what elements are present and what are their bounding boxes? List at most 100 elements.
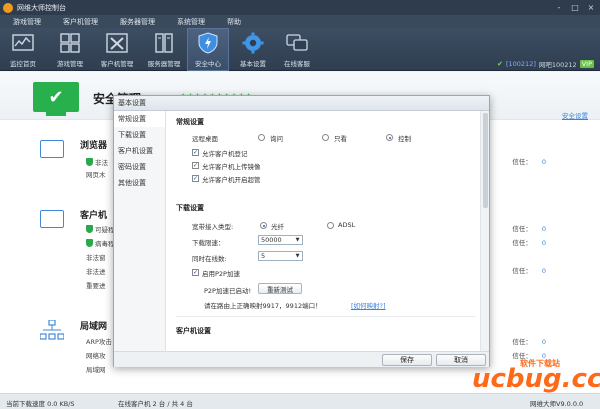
shield-icon [86,158,93,166]
menu-help[interactable]: 帮助 [222,17,246,27]
adsl-label: ADSL [338,221,356,229]
p2p-status: P2P加速已启动! [204,287,252,295]
monitor-chart-icon [12,32,34,54]
menu-system[interactable]: 系统管理 [172,17,210,27]
trust-value-link[interactable]: 0 [542,338,546,346]
save-button[interactable]: 保存 [382,354,432,366]
nav-general[interactable]: 常规设置 [114,111,165,127]
adsl-radio[interactable] [327,222,334,229]
download-heading: 下载设置 [176,204,204,212]
port-mapping-link[interactable]: [如何映射?] [351,300,386,310]
tool-server[interactable]: 服务器管理 [143,28,185,71]
remote-desktop-label: 远程桌面 [192,135,218,143]
allow-upload-checkbox[interactable]: ✓ [192,162,199,169]
chevron-down-icon: ▼ [295,237,300,243]
tool-settings[interactable]: 基本设置 [232,28,274,71]
menu-client[interactable]: 客户机管理 [58,17,103,27]
security-settings-link[interactable]: 安全设置 [562,110,588,120]
trust-count: 信任： 0 [512,239,546,247]
allow-register-checkbox[interactable]: ✓ [192,149,199,156]
remote-control-radio[interactable] [386,134,393,141]
gear-icon [242,32,264,54]
menu-server[interactable]: 服务器管理 [115,17,160,27]
client-icon [40,210,64,228]
client-heading: 客户机设置 [176,327,211,335]
section-title: 浏览器 [80,141,108,151]
general-heading: 常规设置 [176,118,204,126]
tool-label: 在线客服 [284,60,310,68]
allow-register-label: 允许客户机登记 [202,150,248,158]
tool-monitor[interactable]: 监控首页 [2,28,44,71]
menu-bar: 游戏管理 客户机管理 服务器管理 系统管理 帮助 [0,15,600,28]
dialog-scrollbar[interactable] [480,111,489,351]
section-title: 局域网 [80,322,108,332]
trust-value-link[interactable]: 0 [542,239,546,247]
account-id[interactable]: [100212] [506,60,536,68]
close-button[interactable]: × [584,1,598,13]
remote-ask-radio[interactable] [258,134,265,141]
minimize-button[interactable]: - [552,1,566,13]
network-icon [39,319,65,340]
retest-button[interactable]: 重新测试 [258,283,302,294]
tool-label: 基本设置 [240,60,266,68]
tool-service[interactable]: 在线客服 [276,28,318,71]
tool-game[interactable]: 游戏管理 [49,28,91,71]
tool-label: 服务器管理 [147,60,181,68]
list-item: ARP攻击 [86,338,112,346]
nav-client[interactable]: 客户机设置 [114,143,165,159]
trust-count: 信任： 0 [512,338,546,346]
trust-value-link[interactable]: 0 [542,225,546,233]
tool-security[interactable]: 安全中心 [187,28,229,71]
settings-nav: 常规设置 下载设置 客户机设置 密码设置 其他设置 [114,111,166,351]
title-bar: 网维大师控制台 - □ × [0,0,600,15]
remote-view-label: 只看 [334,135,347,143]
allow-admin-checkbox[interactable]: ✓ [192,175,199,182]
tool-label: 游戏管理 [57,60,83,68]
list-item: 重要进 [86,282,106,290]
allow-upload-label: 允许客户机上传镜像 [202,163,261,171]
remote-view-radio[interactable] [322,134,329,141]
check-icon: ✔ [497,60,503,68]
trust-value-link[interactable]: 0 [542,267,546,275]
tool-label: 客户机管理 [100,60,134,68]
browser-icon [40,140,64,158]
monitor-stand [46,112,66,116]
main-toolbar: 监控首页 游戏管理 客户机管理 服务器管理 安全中心 基本设置 在线客服 ✔ [… [0,28,600,71]
shield-icon [86,225,93,233]
concurrent-select[interactable]: 5 ▼ [258,251,303,261]
fiber-radio[interactable] [260,222,267,229]
scrollbar-thumb[interactable] [483,113,488,208]
list-item: 非法窗 [86,254,106,262]
remote-ask-label: 询问 [270,135,283,143]
port-hint: 请在路由上正确映射9917，9912端口！ [204,302,322,310]
p2p-label: 启用P2P加速 [202,270,240,278]
tool-client[interactable]: 客户机管理 [96,28,138,71]
nav-download[interactable]: 下载设置 [114,127,165,143]
list-item: 网络攻 [86,352,106,360]
p2p-checkbox[interactable]: ✓ [192,269,199,276]
speed-limit-select[interactable]: 50000 ▼ [258,235,303,245]
watermark: 软件下载站 ucbug.cc [472,356,600,400]
fiber-label: 光纤 [271,223,284,231]
allow-admin-label: 允许客户机开启超管 [202,176,261,184]
list-item: 非法进 [86,268,106,276]
window-title: 网维大师控制台 [17,3,66,12]
menu-game[interactable]: 游戏管理 [8,17,46,27]
trust-value-link[interactable]: 0 [542,158,546,166]
list-item: 局域网 [86,366,106,374]
safe-monitor-icon: ✔ [33,82,79,112]
dialog-title: 基本设置 [114,96,489,111]
nav-other[interactable]: 其他设置 [114,175,165,191]
shield-bolt-icon [197,32,219,54]
shield-icon [86,239,93,247]
list-item: 病毒程 [86,238,115,248]
list-item: 非法 [86,157,108,167]
account-name: 网吧100212 [538,61,577,69]
tool-label: 安全中心 [195,60,221,68]
concurrent-label: 同时在线数: [192,255,227,263]
maximize-button[interactable]: □ [568,1,582,13]
nav-password[interactable]: 密码设置 [114,159,165,175]
speed-limit-label: 下载限速： [192,239,225,247]
settings-dialog: 基本设置 常规设置 下载设置 客户机设置 密码设置 其他设置 常规设置 远程桌面… [113,95,490,367]
broadband-label: 宽带接入类型: [192,223,234,231]
